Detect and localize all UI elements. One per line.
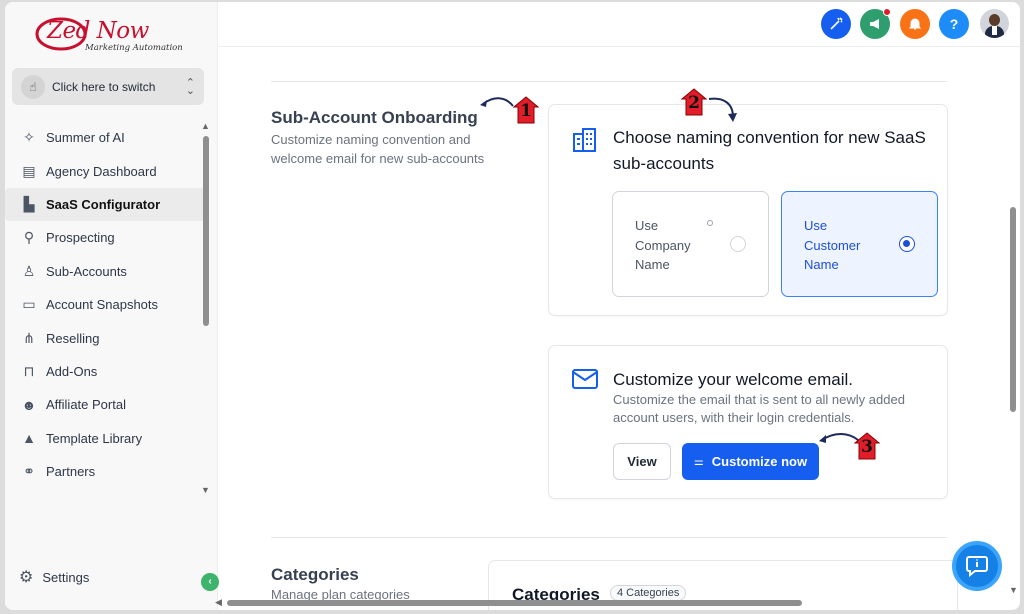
chevron-updown-icon: ⌃ ⌄ xyxy=(185,76,195,97)
chat-info-icon xyxy=(966,556,988,578)
annotation-marker-2: 2 xyxy=(680,88,708,116)
main-scrollbar[interactable] xyxy=(1010,207,1016,412)
sidebar-item-label: Reselling xyxy=(46,330,100,346)
sidebar-item-reselling[interactable]: ⋔ Reselling xyxy=(5,321,205,354)
app-window: Zed Now Marketing Automation ☝ Click her… xyxy=(5,2,1020,610)
switcher-label: Click here to switch xyxy=(52,79,156,94)
sidebar-item-saas-configurator[interactable]: ▙ SaaS Configurator xyxy=(5,187,205,222)
users-icon: ☻ xyxy=(21,396,37,413)
sidebar-item-summer-of-ai[interactable]: ✧ Summer of AI xyxy=(5,121,205,154)
person-search-icon: ⚲ xyxy=(23,229,35,246)
gear-icon: ⚙ xyxy=(19,569,34,586)
naming-card-title: Choose naming convention for new SaaS su… xyxy=(613,128,926,173)
sidebar-item-affiliate-portal[interactable]: ☻ Affiliate Portal xyxy=(5,388,205,421)
radio-company-name[interactable] xyxy=(730,236,746,252)
bag-icon: ⊓ xyxy=(23,362,35,379)
chart-icon: ▙ xyxy=(23,195,35,212)
section-divider xyxy=(271,81,947,82)
help-icon: ? xyxy=(949,16,959,32)
pointer-icon: ☝ xyxy=(21,74,45,99)
notification-dot xyxy=(883,8,891,16)
sidebar-item-partners[interactable]: ⚭ Partners xyxy=(5,455,205,488)
sidebar-item-label: Prospecting xyxy=(46,230,115,246)
sidebar-item-label: Account Snapshots xyxy=(46,297,159,313)
sidebar-item-label: Summer of AI xyxy=(46,130,125,146)
sidebar-item-label: Sub-Accounts xyxy=(46,263,127,279)
naming-convention-card: Choose naming convention for new SaaS su… xyxy=(548,104,948,316)
sidebar-item-add-ons[interactable]: ⊓ Add-Ons xyxy=(5,355,205,388)
sidebar-item-template-library[interactable]: ▲ Template Library xyxy=(5,422,205,455)
section-description: Customize naming convention and welcome … xyxy=(271,132,485,166)
email-card-description: Customize the email that is sent to all … xyxy=(613,392,905,425)
categories-count-badge: 4 Categories xyxy=(610,585,687,601)
option-label: Use Company Name xyxy=(635,218,691,272)
scroll-left-arrow-icon[interactable]: ◀ xyxy=(215,597,222,608)
dashboard-icon: ▤ xyxy=(22,162,36,179)
announcements-button[interactable] xyxy=(860,8,891,39)
bell-icon xyxy=(908,18,922,30)
annotation-marker-1: 1 xyxy=(512,96,540,124)
logo-main-text: Zed Now xyxy=(47,18,149,44)
megaphone-icon xyxy=(870,19,879,29)
magic-wand-button[interactable] xyxy=(821,9,851,39)
user-icon: ♙ xyxy=(22,262,36,279)
account-switcher[interactable]: ☝ Click here to switch ⌃ ⌄ xyxy=(12,68,204,105)
building-icon xyxy=(573,128,596,152)
sidebar-item-label: Agency Dashboard xyxy=(46,163,157,179)
sidebar-item-settings[interactable]: ⚙ Settings xyxy=(19,567,89,587)
annotation-number: 1 xyxy=(520,101,532,121)
mail-icon xyxy=(572,369,598,389)
horizontal-scrollbar[interactable] xyxy=(227,600,802,606)
sidebar-nav: ✧ Summer of AI ▤ Agency Dashboard ▙ SaaS… xyxy=(5,121,205,488)
sidebar-item-prospecting[interactable]: ⚲ Prospecting xyxy=(5,221,205,254)
sidebar-item-account-snapshots[interactable]: ▭ Account Snapshots xyxy=(5,288,205,321)
handshake-icon: ⚭ xyxy=(23,463,35,480)
chat-widget-button[interactable] xyxy=(952,541,1002,591)
section-title: Sub-Account Onboarding xyxy=(271,108,478,127)
radio-customer-name[interactable] xyxy=(899,236,915,252)
snapshot-icon: ▭ xyxy=(22,296,36,313)
scroll-down-arrow-icon[interactable]: ▼ xyxy=(201,485,210,495)
topbar: ? xyxy=(218,2,1020,47)
toggles-icon: ⚌ xyxy=(693,456,704,468)
user-avatar[interactable] xyxy=(980,9,1009,38)
settings-label: Settings xyxy=(42,569,90,585)
annotation-number: 2 xyxy=(688,93,700,113)
notifications-button[interactable] xyxy=(900,9,930,39)
sidebar-item-label: Partners xyxy=(46,464,96,480)
annotation-number: 3 xyxy=(861,437,873,457)
tree-icon: ⋔ xyxy=(23,329,35,346)
sidebar-item-label: Affiliate Portal xyxy=(46,397,126,413)
sparkle-icon: ✧ xyxy=(23,129,35,146)
sidebar-item-label: SaaS Configurator xyxy=(46,196,161,212)
help-button[interactable]: ? xyxy=(939,9,969,39)
sidebar-scrollbar[interactable] xyxy=(203,136,209,326)
magic-wand-icon xyxy=(830,17,843,30)
sidebar-item-sub-accounts[interactable]: ♙ Sub-Accounts xyxy=(5,255,205,288)
welcome-email-card: Customize your welcome email. Customize … xyxy=(548,345,948,499)
shapes-icon: ▲ xyxy=(22,430,36,447)
section-divider xyxy=(271,537,947,538)
categories-title: Categories xyxy=(271,565,359,584)
option-label: Use Customer Name xyxy=(804,218,861,272)
scroll-right-arrow-icon[interactable]: ▼ xyxy=(1009,585,1018,595)
scroll-up-arrow-icon[interactable]: ▲ xyxy=(201,121,210,131)
sidebar: Zed Now Marketing Automation ☝ Click her… xyxy=(5,2,219,610)
logo-sub-text: Marketing Automation xyxy=(85,43,183,53)
collapse-sidebar-button[interactable]: ‹ xyxy=(201,573,219,591)
sidebar-item-label: Template Library xyxy=(46,430,143,446)
annotation-arrow-2 xyxy=(708,97,737,122)
option-company-name[interactable]: Use Company Name xyxy=(612,191,769,297)
annotation-marker-3: 3 xyxy=(853,432,881,460)
customize-now-button[interactable]: ⚌ Customize now xyxy=(682,443,819,480)
annotation-arrow-1 xyxy=(480,97,514,107)
sidebar-item-label: Add-Ons xyxy=(46,363,98,379)
option-customer-name[interactable]: Use Customer Name xyxy=(781,191,938,297)
view-button[interactable]: View xyxy=(613,443,671,480)
email-card-title: Customize your welcome email. xyxy=(613,370,853,389)
sidebar-item-agency-dashboard[interactable]: ▤ Agency Dashboard xyxy=(5,154,205,187)
customize-now-label: Customize now xyxy=(711,454,808,469)
brand-logo[interactable]: Zed Now Marketing Automation xyxy=(35,12,195,62)
info-dot-icon xyxy=(707,220,713,226)
